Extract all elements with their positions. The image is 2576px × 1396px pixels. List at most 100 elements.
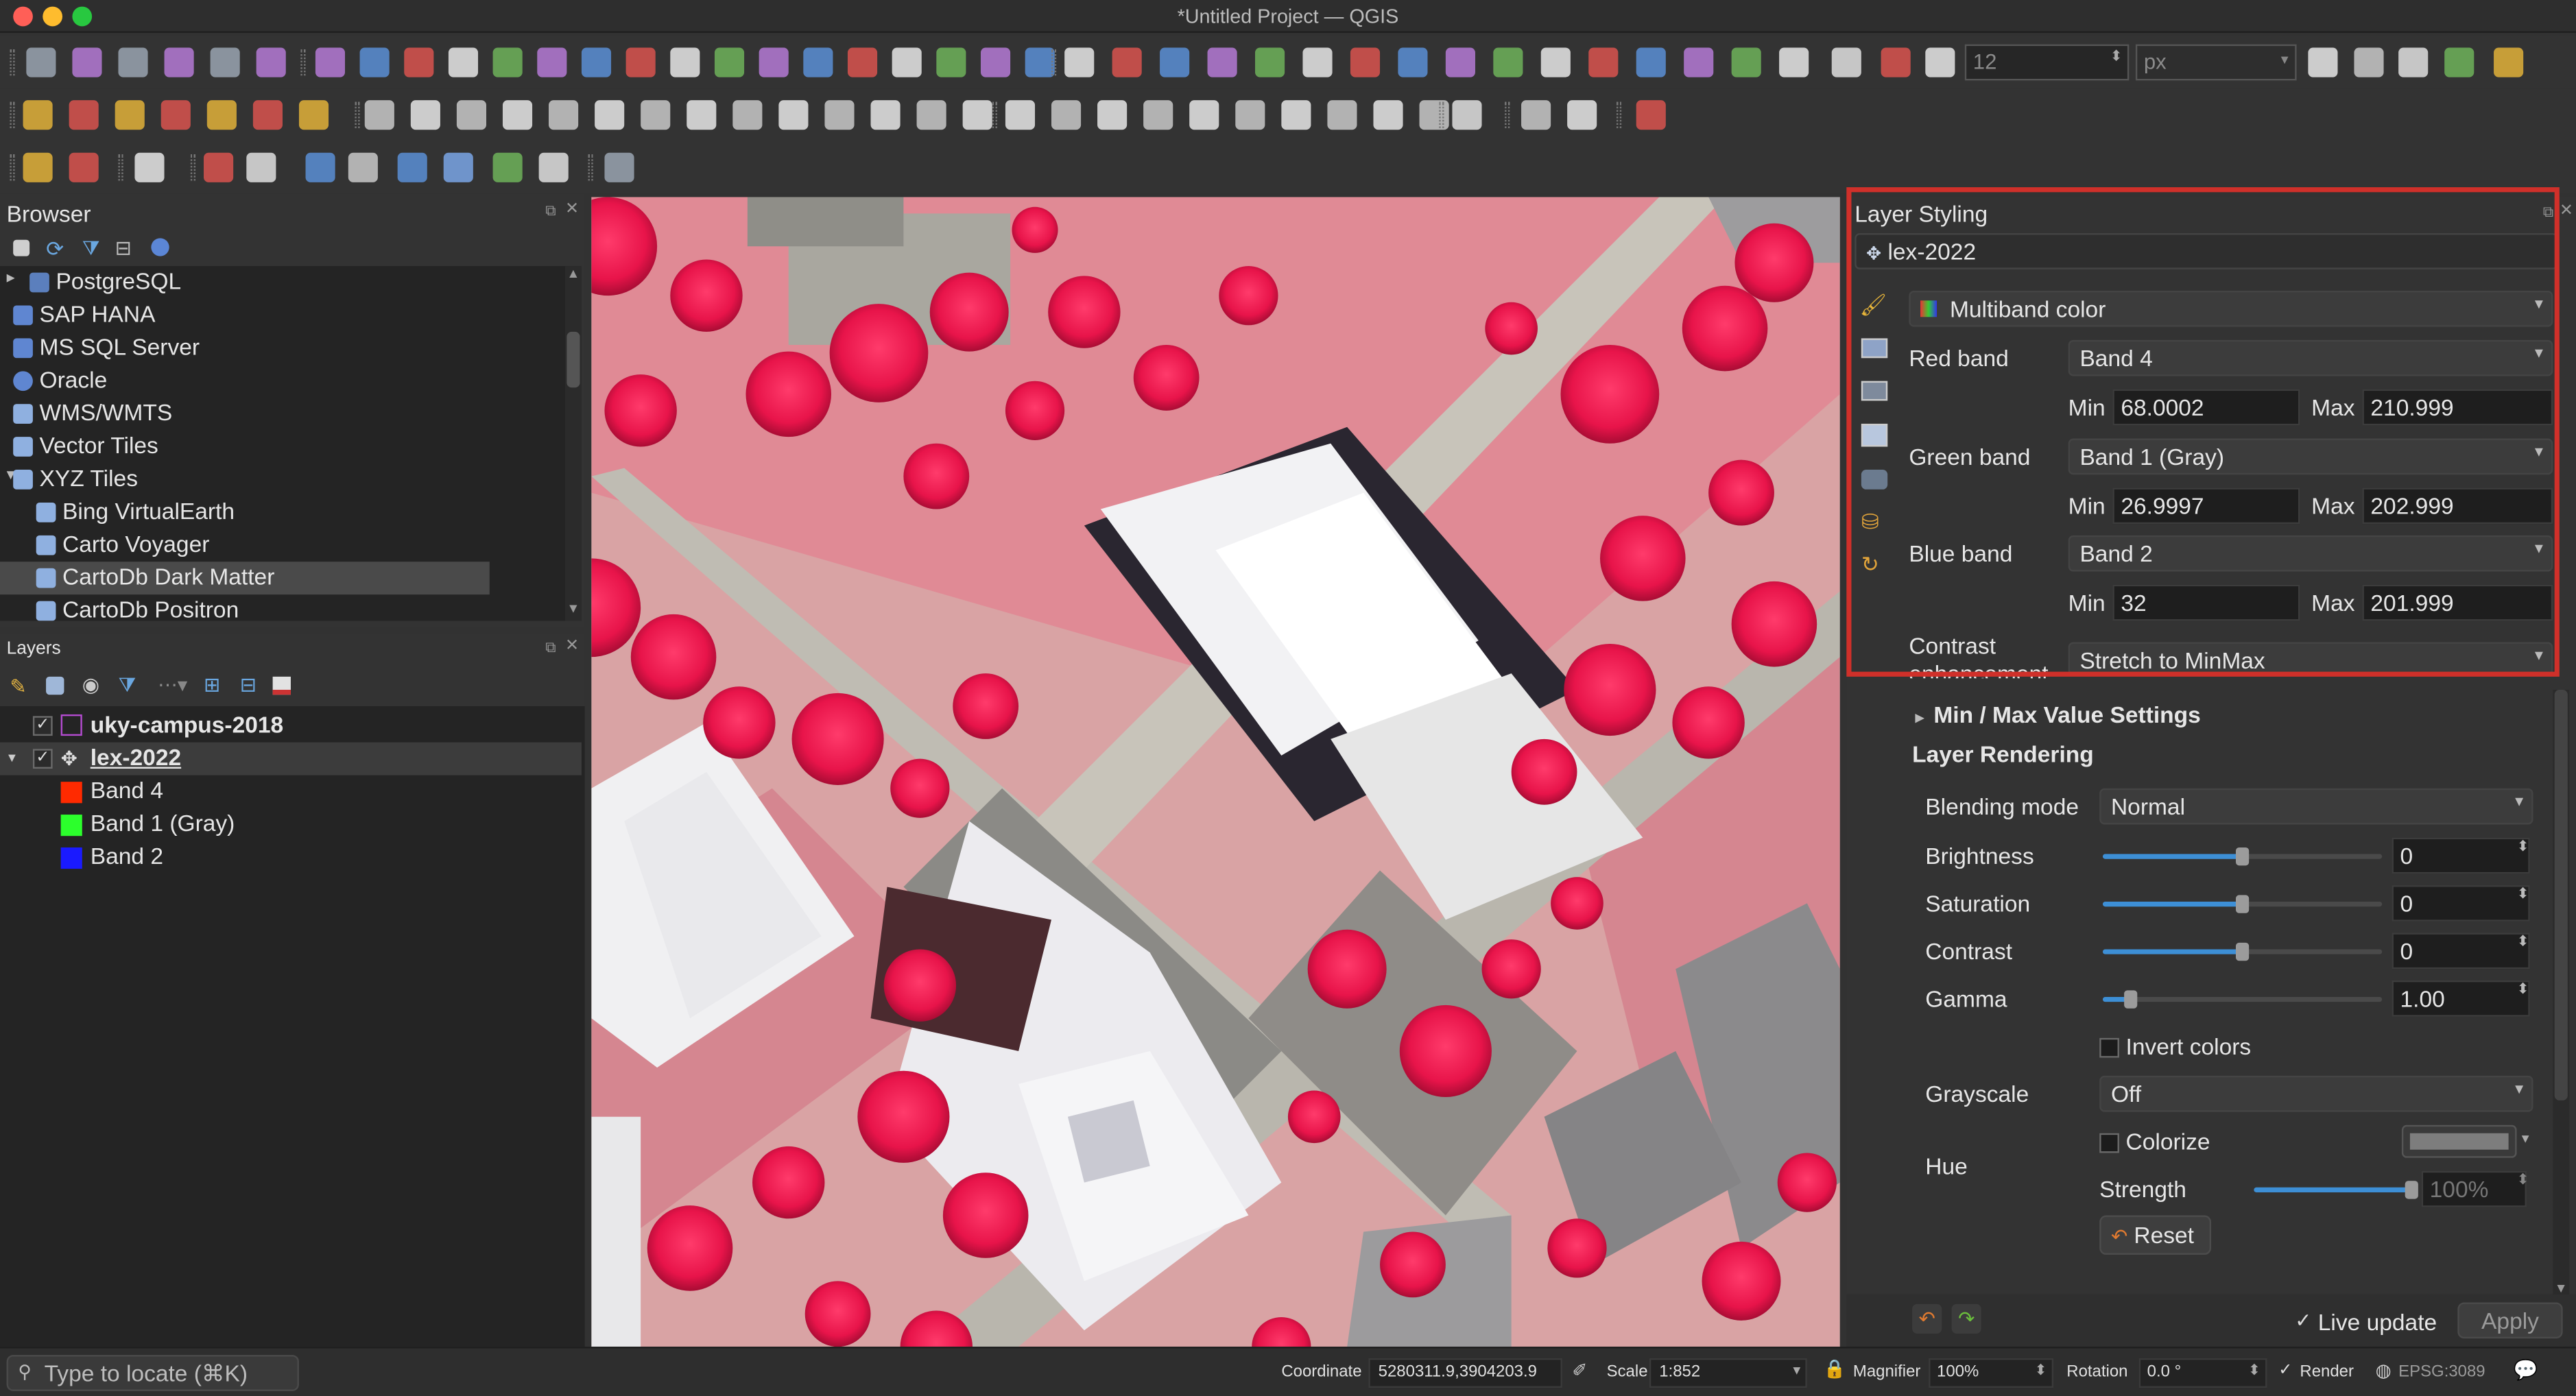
toolbar-tool-icon[interactable]: [1398, 47, 1428, 77]
toolbar-tool-icon[interactable]: [549, 100, 579, 130]
green-band-select[interactable]: Band 1 (Gray) ▾: [2068, 438, 2553, 475]
toolbar-tool-icon[interactable]: [625, 47, 656, 77]
scrollbar-thumb[interactable]: [2554, 690, 2568, 1100]
brightness-spinbox[interactable]: 0: [2392, 837, 2530, 874]
visibility-eye-icon[interactable]: ◉: [82, 673, 99, 697]
toolbar-tool-icon[interactable]: [115, 100, 145, 130]
redo-icon[interactable]: ↷: [1951, 1303, 1981, 1334]
toolbar-handle[interactable]: [355, 101, 360, 128]
contrast-enhancement-select[interactable]: Stretch to MinMax ▾: [2068, 642, 2553, 675]
scrollbar-thumb[interactable]: [567, 331, 580, 388]
float-panel-icon[interactable]: ⧉: [545, 639, 556, 657]
toolbar-tool-icon[interactable]: [1051, 100, 1082, 130]
toolbar-tool-icon[interactable]: [641, 100, 671, 130]
messages-icon[interactable]: 💬: [2514, 1358, 2538, 1382]
map-canvas[interactable]: [591, 197, 1840, 1347]
toolbar-handle[interactable]: [588, 154, 593, 181]
toolbar-tool-icon[interactable]: [69, 100, 99, 130]
toggle-extents-icon[interactable]: ✐: [1572, 1360, 1587, 1382]
toolbar-tool-icon[interactable]: [252, 100, 283, 130]
toolbar-tool-icon[interactable]: [1373, 100, 1403, 130]
toolbar-tool-icon[interactable]: [1005, 100, 1036, 130]
toolbar-tool-icon[interactable]: [118, 47, 148, 77]
toolbar-tool-icon[interactable]: [1112, 47, 1142, 77]
toolbar-tool-icon[interactable]: [410, 100, 440, 130]
stepper-icon[interactable]: ⬍: [2034, 1362, 2047, 1380]
close-panel-icon[interactable]: ✕: [565, 200, 579, 218]
contrast-slider[interactable]: [2102, 942, 2383, 961]
renderer-type-select[interactable]: Multiband color ▾: [1909, 290, 2553, 327]
toolbar-tool-icon[interactable]: [1327, 100, 1357, 130]
toolbar-tool-icon[interactable]: [892, 47, 922, 77]
toolbar-tool-icon[interactable]: [1493, 47, 1523, 77]
toolbar-tool-icon[interactable]: [803, 47, 833, 77]
reset-button[interactable]: ↶ Reset: [2099, 1215, 2212, 1255]
toolbar-tool-icon[interactable]: [1684, 47, 1714, 77]
lock-scale-icon[interactable]: 🔒: [1824, 1358, 1846, 1380]
toolbar-tool-icon[interactable]: [687, 100, 717, 130]
toolbar-tool-icon[interactable]: [1521, 100, 1551, 130]
toolbar-tool-icon[interactable]: [538, 152, 569, 182]
snap-units-select[interactable]: px ▾: [2135, 44, 2297, 81]
green-max-field[interactable]: 202.999: [2362, 488, 2553, 525]
toolbar-tool-icon[interactable]: [1302, 47, 1333, 77]
toolbar-handle[interactable]: [10, 49, 15, 76]
transparency-tab-icon[interactable]: [1861, 338, 1888, 359]
toolbar-handle[interactable]: [300, 49, 306, 76]
toolbar-tool-icon[interactable]: [1831, 47, 1861, 77]
render-checkbox[interactable]: ✓: [2278, 1362, 2292, 1380]
float-panel-icon[interactable]: ⧉: [545, 202, 556, 220]
close-panel-icon[interactable]: ✕: [565, 637, 579, 655]
strength-spinbox[interactable]: 100%: [2421, 1170, 2527, 1207]
stepper-icon[interactable]: ⬍: [2517, 1171, 2529, 1189]
blue-min-field[interactable]: 32: [2112, 584, 2300, 621]
toolbar-handle[interactable]: [992, 101, 997, 128]
toolbar-handle[interactable]: [10, 101, 15, 128]
toolbar-tool-icon[interactable]: [1445, 47, 1475, 77]
magnifier-spinbox[interactable]: 100% ⬍: [1929, 1358, 2054, 1388]
layer-name[interactable]: uky-campus-2018: [91, 711, 283, 737]
browser-item[interactable]: Oracle: [0, 365, 565, 398]
crs-label[interactable]: EPSG:3089: [2398, 1363, 2485, 1381]
toolbar-tool-icon[interactable]: [847, 47, 878, 77]
red-band-select[interactable]: Band 4 ▾: [2068, 339, 2553, 376]
add-group-icon[interactable]: [46, 676, 64, 695]
toolbar-tool-icon[interactable]: [1189, 100, 1219, 130]
colorize-color-button[interactable]: [2401, 1124, 2517, 1158]
float-panel-icon[interactable]: ⧉: [2543, 204, 2553, 221]
toolbar-tool-icon[interactable]: [1064, 47, 1095, 77]
toolbar-tool-icon[interactable]: [1207, 47, 1237, 77]
browser-item[interactable]: ▸ PostgreSQL: [0, 266, 565, 299]
toolbar-tool-icon[interactable]: [916, 100, 946, 130]
toolbar-tool-icon[interactable]: [298, 100, 329, 130]
toolbar-tool-icon[interactable]: [204, 152, 234, 182]
toolbar-handle[interactable]: [1439, 101, 1444, 128]
toolbar-handle[interactable]: [10, 154, 15, 181]
toolbar-tool-icon[interactable]: [206, 100, 237, 130]
gamma-slider[interactable]: [2102, 990, 2383, 1009]
rotation-spinbox[interactable]: 0.0 ° ⬍: [2138, 1358, 2267, 1388]
colorize-checkbox[interactable]: [2099, 1133, 2119, 1153]
browser-item[interactable]: ▾ XYZ Tiles: [0, 463, 565, 496]
toolbar-tool-icon[interactable]: [134, 152, 165, 182]
apply-button[interactable]: Apply: [2457, 1302, 2563, 1339]
toolbar-handle[interactable]: [1616, 101, 1622, 128]
toolbar-tool-icon[interactable]: [492, 152, 523, 182]
toolbar-tool-icon[interactable]: [2494, 47, 2524, 77]
toolbar-tool-icon[interactable]: [315, 47, 346, 77]
invert-colors-checkbox[interactable]: [2099, 1037, 2119, 1058]
toolbar-handle[interactable]: [190, 154, 196, 181]
remove-layer-icon[interactable]: [272, 676, 291, 695]
toolbar-tool-icon[interactable]: [164, 47, 194, 77]
scroll-up-icon[interactable]: ▲: [567, 266, 580, 281]
layer-name[interactable]: lex-2022: [91, 744, 181, 770]
toolbar-tool-icon[interactable]: [581, 47, 612, 77]
stepper-icon[interactable]: ⬍: [2517, 933, 2529, 951]
toolbar-tool-icon[interactable]: [1160, 47, 1190, 77]
toolbar-tool-icon[interactable]: [595, 100, 625, 130]
toolbar-tool-icon[interactable]: [714, 47, 745, 77]
toolbar-tool-icon[interactable]: [1881, 47, 1911, 77]
red-max-field[interactable]: 210.999: [2362, 389, 2553, 426]
toolbar-handle[interactable]: [1505, 101, 1510, 128]
browser-item[interactable]: Vector Tiles: [0, 431, 565, 464]
